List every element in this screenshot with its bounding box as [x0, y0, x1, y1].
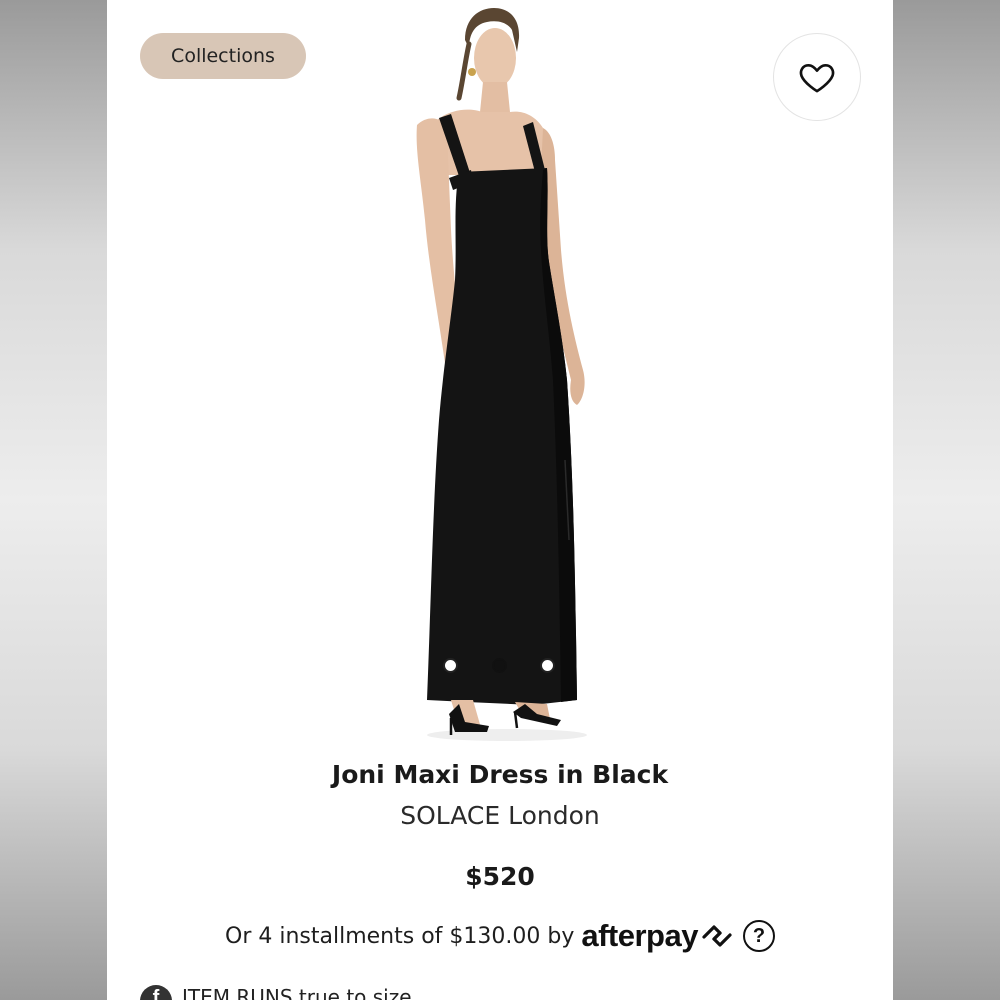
heart-outline-icon: [799, 63, 835, 93]
right-background-edge: [893, 0, 1000, 1000]
left-background-edge: [0, 0, 107, 1000]
afterpay-message: Or 4 installments of $130.00 by afterpay…: [107, 918, 893, 954]
size-note-row: f ITEM RUNS true to size: [140, 985, 412, 1000]
afterpay-arrows-icon: [702, 925, 732, 947]
product-price: $520: [465, 862, 535, 891]
collections-button[interactable]: Collections: [140, 33, 306, 79]
size-note-text: ITEM RUNS true to size: [182, 985, 412, 1000]
gallery-dot[interactable]: [540, 657, 555, 673]
facebook-icon[interactable]: f: [140, 985, 172, 1000]
product-panel: Collections Joni Maxi Dress in Black SOL…: [107, 0, 893, 1000]
afterpay-logo-text: afterpay: [581, 918, 698, 953]
product-title: Joni Maxi Dress in Black: [331, 760, 669, 789]
question-circle-icon[interactable]: ?: [742, 920, 775, 952]
product-photo[interactable]: [347, 0, 647, 745]
gallery-dot-active[interactable]: [491, 657, 507, 673]
product-brand-link[interactable]: SOLACE London: [107, 801, 893, 830]
gallery-pagination: [443, 655, 555, 675]
afterpay-logo: afterpay: [581, 918, 734, 954]
favorite-button[interactable]: [773, 33, 861, 121]
installments-text: Or 4 installments of $130.00 by: [225, 923, 575, 949]
gallery-dot[interactable]: [443, 657, 458, 673]
